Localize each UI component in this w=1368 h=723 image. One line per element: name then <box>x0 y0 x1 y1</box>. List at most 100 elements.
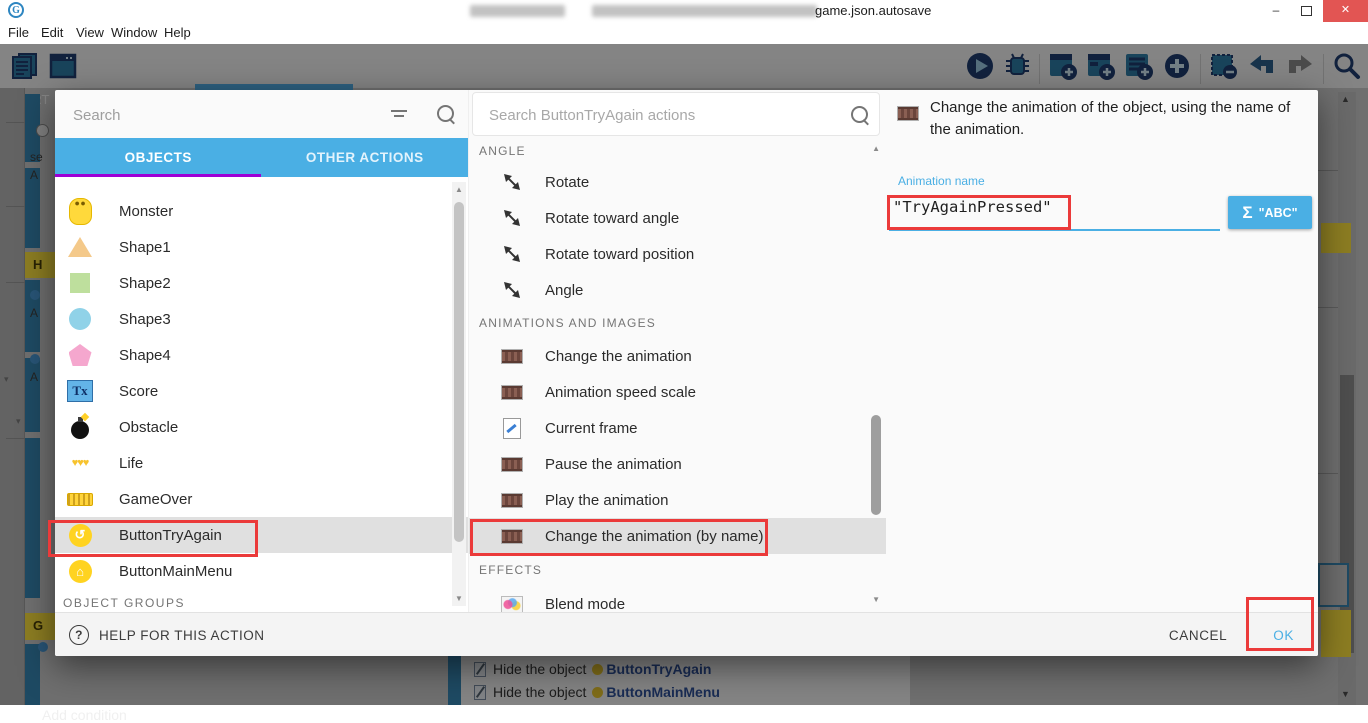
object-list: Monster Shape1 Shape2 Shape3 Shape4 <box>55 177 468 612</box>
scroll-down-icon[interactable]: ▼ <box>455 594 463 603</box>
menu-help[interactable]: Help <box>164 25 191 40</box>
action-label: Pause the animation <box>545 456 682 473</box>
minimize-button[interactable]: – <box>1262 0 1290 22</box>
action-item-rotate[interactable]: Rotate <box>469 164 886 200</box>
film-icon <box>897 106 919 121</box>
object-label: Shape2 <box>119 275 171 292</box>
scroll-up-icon[interactable]: ▲ <box>872 144 880 153</box>
search-icon <box>437 105 454 122</box>
scroll-down-icon[interactable]: ▼ <box>872 595 880 604</box>
text-object-icon: Tx <box>67 378 93 405</box>
rotate-icon <box>499 206 525 230</box>
hearts-icon: ♥♥♥ <box>67 450 93 477</box>
object-label: Score <box>119 383 158 400</box>
field-underline <box>889 229 1220 231</box>
object-label: GameOver <box>119 491 192 508</box>
monster-icon <box>67 198 93 225</box>
objects-search-input[interactable] <box>71 102 365 128</box>
dialog-footer: ? HELP FOR THIS ACTION CANCEL OK <box>55 612 1318 656</box>
menu-edit[interactable]: Edit <box>41 25 63 40</box>
action-label: Rotate toward position <box>545 246 694 263</box>
action-chooser-panel: ANGLE Rotate Rotate toward angle Rotate … <box>468 90 885 612</box>
filter-icon[interactable] <box>391 110 409 122</box>
help-for-this-action-link[interactable]: ? HELP FOR THIS ACTION <box>69 613 265 656</box>
object-label: Shape3 <box>119 311 171 328</box>
object-item-life[interactable]: ♥♥♥ Life <box>55 445 468 481</box>
action-item-rotate-toward-position[interactable]: Rotate toward position <box>469 236 886 272</box>
gdevelop-logo-icon: G <box>8 2 24 18</box>
menu-file[interactable]: File <box>8 25 29 40</box>
tab-objects[interactable]: OBJECTS <box>55 138 262 177</box>
action-label: Play the animation <box>545 492 668 509</box>
object-groups-header: OBJECT GROUPS <box>55 596 468 610</box>
section-header-angle: ANGLE <box>469 138 886 164</box>
add-condition-link[interactable]: Add condition <box>42 707 127 723</box>
menu-bar: File Edit View Window Help <box>0 22 1368 44</box>
action-item-current-frame[interactable]: Current frame <box>469 410 886 446</box>
blend-mode-icon <box>499 592 525 612</box>
object-item-buttontryagain[interactable]: ↺ ButtonTryAgain <box>55 517 468 553</box>
animation-name-field[interactable]: "TryAgainPressed" <box>893 198 1052 216</box>
object-item-score[interactable]: Tx Score <box>55 373 468 409</box>
object-label: Life <box>119 455 143 472</box>
object-item-shape1[interactable]: Shape1 <box>55 229 468 265</box>
scroll-up-icon[interactable]: ▲ <box>455 185 463 194</box>
object-item-gameover[interactable]: GameOver <box>55 481 468 517</box>
section-header-effects: EFFECTS <box>469 554 886 586</box>
abc-label: "ABC" <box>1259 206 1298 220</box>
action-label: Angle <box>545 282 583 299</box>
film-icon <box>499 344 525 368</box>
action-item-angle[interactable]: Angle <box>469 272 886 308</box>
section-header-animations: ANIMATIONS AND IMAGES <box>469 308 886 338</box>
menu-window[interactable]: Window <box>111 25 157 40</box>
object-list-scrollbar-thumb[interactable] <box>454 202 464 542</box>
action-item-change-animation[interactable]: Change the animation <box>469 338 886 374</box>
maximize-button[interactable] <box>1292 0 1320 22</box>
object-label: Obstacle <box>119 419 178 436</box>
object-label: ButtonTryAgain <box>119 527 222 544</box>
action-item-animation-speed-scale[interactable]: Animation speed scale <box>469 374 886 410</box>
close-button[interactable]: ✕ <box>1323 0 1368 22</box>
object-item-buttonmainmenu[interactable]: ⌂ ButtonMainMenu <box>55 553 468 589</box>
action-item-play-animation[interactable]: Play the animation <box>469 482 886 518</box>
redacted-title-path <box>592 5 817 17</box>
object-item-obstacle[interactable]: Obstacle <box>55 409 468 445</box>
search-icon <box>851 106 868 123</box>
app-area: START ▾ ▾ H G se A A A Add condition Hid… <box>0 44 1368 705</box>
film-icon <box>499 524 525 548</box>
pentagon-icon <box>67 342 93 369</box>
action-list-scrollbar-thumb[interactable] <box>871 415 881 515</box>
film-icon <box>499 488 525 512</box>
object-item-shape2[interactable]: Shape2 <box>55 265 468 301</box>
menu-view[interactable]: View <box>76 25 104 40</box>
maximize-icon <box>1301 6 1312 16</box>
object-item-shape4[interactable]: Shape4 <box>55 337 468 373</box>
object-label: ButtonMainMenu <box>119 563 232 580</box>
retry-button-icon: ↺ <box>67 522 93 549</box>
action-item-rotate-toward-angle[interactable]: Rotate toward angle <box>469 200 886 236</box>
square-icon <box>67 270 93 297</box>
object-item-shape3[interactable]: Shape3 <box>55 301 468 337</box>
bomb-icon <box>67 414 93 441</box>
action-item-blend-mode[interactable]: Blend mode <box>469 586 886 612</box>
window-title: game.json.autosave <box>815 3 931 18</box>
circle-icon <box>67 306 93 333</box>
object-label: Shape4 <box>119 347 171 364</box>
frame-icon <box>499 416 525 440</box>
action-label: Change the animation <box>545 348 692 365</box>
tab-other-actions[interactable]: OTHER ACTIONS <box>262 138 469 177</box>
ok-button[interactable]: OK <box>1267 627 1300 644</box>
cancel-button[interactable]: CANCEL <box>1163 627 1233 644</box>
title-bar: G game.json.autosave – ✕ <box>0 0 1368 23</box>
action-item-change-animation-by-name[interactable]: Change the animation (by name) <box>469 518 886 554</box>
object-item-monster[interactable]: Monster <box>55 193 468 229</box>
action-label: Rotate <box>545 174 589 191</box>
actions-search-input[interactable] <box>487 103 821 127</box>
expression-builder-button[interactable]: Σ "ABC" <box>1228 196 1312 229</box>
home-button-icon: ⌂ <box>67 558 93 585</box>
object-label: Shape1 <box>119 239 171 256</box>
action-item-pause-animation[interactable]: Pause the animation <box>469 446 886 482</box>
help-icon: ? <box>69 625 89 645</box>
action-editor-dialog: OBJECTS OTHER ACTIONS Monster Shape1 Sha… <box>55 90 1318 656</box>
action-label: Rotate toward angle <box>545 210 679 227</box>
